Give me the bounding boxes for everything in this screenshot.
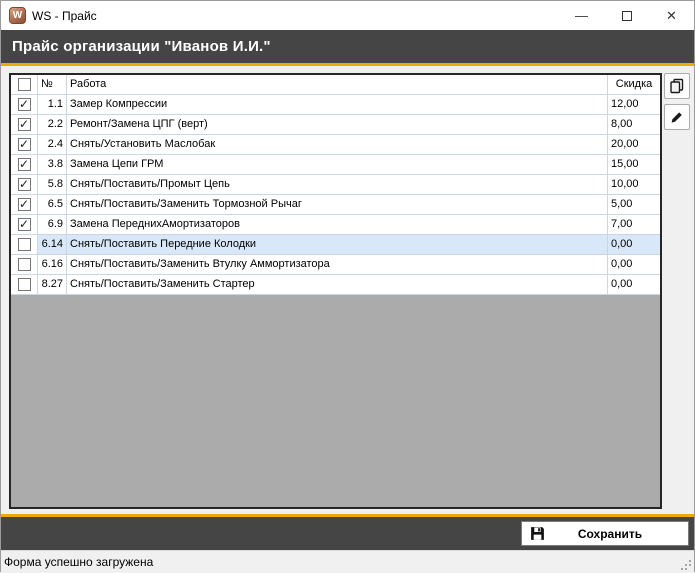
row-checkbox[interactable]: ✓ (18, 98, 31, 111)
row-number-cell: 5.8 (38, 175, 67, 195)
row-checkbox-cell[interactable] (11, 235, 38, 255)
row-work-cell: Замер Компрессии (67, 95, 608, 115)
save-button-label: Сохранить (546, 527, 674, 541)
row-discount-cell: 12,00 (608, 95, 660, 115)
column-header-work[interactable]: Работа (67, 75, 608, 95)
row-checkbox-cell[interactable]: ✓ (11, 175, 38, 195)
row-work-cell: Замена Цепи ГРМ (67, 155, 608, 175)
maximize-icon (622, 11, 632, 21)
table-header-row: № Работа Скидка (11, 75, 660, 95)
floppy-icon (529, 525, 546, 542)
status-text: Форма успешно загружена (4, 555, 153, 569)
app-window: W WS - Прайс — ✕ Прайс организации "Иван… (0, 0, 695, 572)
row-number-cell: 1.1 (38, 95, 67, 115)
row-discount-cell: 15,00 (608, 155, 660, 175)
row-work-cell: Снять/Поставить/Промыт Цепь (67, 175, 608, 195)
row-work-cell: Снять/Поставить Передние Колодки (67, 235, 608, 255)
minimize-button[interactable]: — (559, 1, 604, 30)
table-row[interactable]: ✓ 2.4Снять/Установить Маслобак20,00 (11, 135, 660, 155)
row-checkbox[interactable] (18, 258, 31, 271)
row-checkbox-cell[interactable] (11, 255, 38, 275)
status-bar: Форма успешно загружена (1, 550, 694, 573)
row-checkbox[interactable] (18, 278, 31, 291)
row-checkbox[interactable]: ✓ (18, 118, 31, 131)
row-checkbox[interactable]: ✓ (18, 138, 31, 151)
row-checkbox[interactable]: ✓ (18, 218, 31, 231)
row-number-cell: 6.16 (38, 255, 67, 275)
row-checkbox-cell[interactable]: ✓ (11, 155, 38, 175)
table-row[interactable]: 6.16Снять/Поставить/Заменить Втулку Аммо… (11, 255, 660, 275)
row-checkbox-cell[interactable]: ✓ (11, 135, 38, 155)
row-discount-cell: 0,00 (608, 235, 660, 255)
resize-grip-icon[interactable] (689, 568, 691, 570)
column-header-discount[interactable]: Скидка (608, 75, 660, 95)
row-work-cell: Снять/Поставить/Заменить Стартер (67, 275, 608, 295)
table-row[interactable]: ✓ 5.8Снять/Поставить/Промыт Цепь10,00 (11, 175, 660, 195)
pencil-icon (669, 109, 685, 125)
row-checkbox-cell[interactable] (11, 275, 38, 295)
row-checkbox-cell[interactable]: ✓ (11, 195, 38, 215)
row-number-cell: 2.4 (38, 135, 67, 155)
row-discount-cell: 10,00 (608, 175, 660, 195)
copy-icon (669, 78, 685, 94)
row-discount-cell: 0,00 (608, 275, 660, 295)
copy-button[interactable] (664, 73, 690, 99)
row-checkbox[interactable]: ✓ (18, 158, 31, 171)
row-checkbox-cell[interactable]: ✓ (11, 215, 38, 235)
row-discount-cell: 0,00 (608, 255, 660, 275)
price-table: № Работа Скидка ✓ 1.1Замер Компрессии12,0… (9, 73, 662, 509)
row-work-cell: Замена ПереднихАмортизаторов (67, 215, 608, 235)
window-title: WS - Прайс (32, 9, 97, 23)
form-header: Прайс организации "Иванов И.И." (1, 30, 694, 63)
table-row[interactable]: 6.14Снять/Поставить Передние Колодки0,00 (11, 235, 660, 255)
row-number-cell: 3.8 (38, 155, 67, 175)
edit-button[interactable] (664, 104, 690, 130)
row-checkbox-cell[interactable]: ✓ (11, 115, 38, 135)
row-work-cell: Снять/Установить Маслобак (67, 135, 608, 155)
page-title: Прайс организации "Иванов И.И." (1, 38, 271, 55)
row-number-cell: 6.9 (38, 215, 67, 235)
row-checkbox[interactable] (18, 238, 31, 251)
select-all-checkbox[interactable] (18, 78, 31, 91)
row-number-cell: 8.27 (38, 275, 67, 295)
row-work-cell: Снять/Поставить/Заменить Тормозной Рычаг (67, 195, 608, 215)
table-row[interactable]: ✓ 3.8Замена Цепи ГРМ15,00 (11, 155, 660, 175)
maximize-button[interactable] (604, 1, 649, 30)
row-discount-cell: 5,00 (608, 195, 660, 215)
close-button[interactable]: ✕ (649, 1, 694, 30)
row-number-cell: 2.2 (38, 115, 67, 135)
save-button[interactable]: Сохранить (521, 521, 689, 546)
row-number-cell: 6.5 (38, 195, 67, 215)
row-checkbox-cell[interactable]: ✓ (11, 95, 38, 115)
table-body: ✓ 1.1Замер Компрессии12,00 ✓ 2.2Ремонт/Заме… (11, 95, 660, 295)
table-row[interactable]: ✓ 1.1Замер Компрессии12,00 (11, 95, 660, 115)
table-row[interactable]: ✓ 6.9Замена ПереднихАмортизаторов7,00 (11, 215, 660, 235)
column-header-number[interactable]: № (38, 75, 67, 95)
row-checkbox[interactable]: ✓ (18, 178, 31, 191)
title-bar: W WS - Прайс — ✕ (1, 1, 694, 30)
row-work-cell: Ремонт/Замена ЦПГ (верт) (67, 115, 608, 135)
bottom-bar: Сохранить (1, 517, 694, 550)
row-discount-cell: 7,00 (608, 215, 660, 235)
table-row[interactable]: ✓ 6.5Снять/Поставить/Заменить Тормозной Р… (11, 195, 660, 215)
row-checkbox[interactable]: ✓ (18, 198, 31, 211)
select-all-cell[interactable] (11, 75, 38, 95)
app-logo-icon: W (9, 7, 26, 24)
row-discount-cell: 20,00 (608, 135, 660, 155)
row-discount-cell: 8,00 (608, 115, 660, 135)
row-work-cell: Снять/Поставить/Заменить Втулку Аммортиз… (67, 255, 608, 275)
row-number-cell: 6.14 (38, 235, 67, 255)
content-area: № Работа Скидка ✓ 1.1Замер Компрессии12,0… (1, 66, 694, 514)
table-row[interactable]: ✓ 2.2Ремонт/Замена ЦПГ (верт)8,00 (11, 115, 660, 135)
table-row[interactable]: 8.27Снять/Поставить/Заменить Стартер0,00 (11, 275, 660, 295)
